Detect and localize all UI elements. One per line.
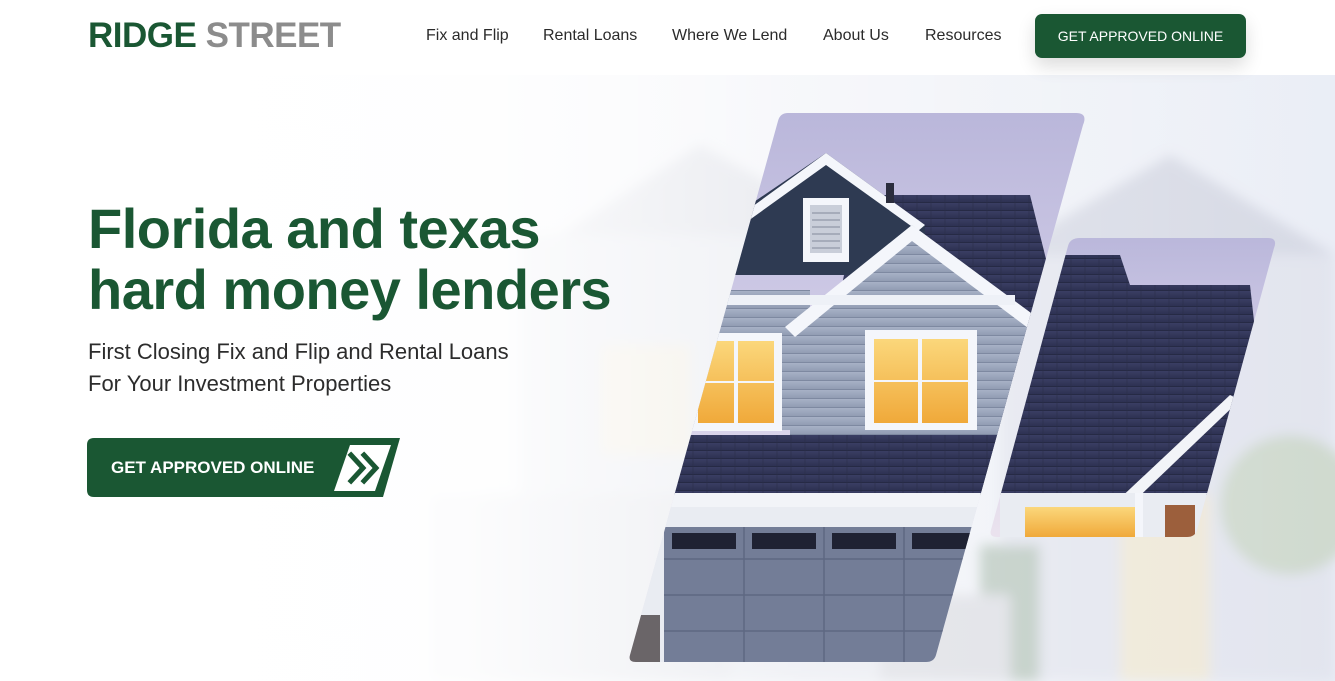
hero-section: Florida and texas hard money lenders Fir… <box>0 75 1335 681</box>
nav-item-where-we-lend[interactable]: Where We Lend <box>672 26 787 46</box>
site-header: RIDGE STREET Fix and Flip Rental Loans W… <box>0 0 1335 75</box>
hero-cta-label: GET APPROVED ONLINE <box>111 458 315 477</box>
hero-headline-line2: hard money lenders <box>88 258 612 321</box>
hero-subheadline: First Closing Fix and Flip and Rental Lo… <box>88 336 608 400</box>
brand-logo[interactable]: RIDGE STREET <box>88 17 341 55</box>
hero-headline: Florida and texas hard money lenders <box>88 198 688 320</box>
header-get-approved-button[interactable]: GET APPROVED ONLINE <box>1035 14 1246 58</box>
nav-item-rental-loans[interactable]: Rental Loans <box>543 26 637 46</box>
nav-item-about-us[interactable]: About Us <box>823 26 889 46</box>
hero-subline-line1: First Closing Fix and Flip and Rental Lo… <box>88 339 509 364</box>
hero-get-approved-button[interactable]: GET APPROVED ONLINE <box>87 438 400 497</box>
hero-headline-line1: Florida and texas <box>88 197 541 260</box>
nav-item-resources[interactable]: Resources <box>925 26 1001 46</box>
brand-name-primary: RIDGE <box>88 16 197 55</box>
nav-item-fix-and-flip[interactable]: Fix and Flip <box>426 26 509 46</box>
brand-name-secondary: STREET <box>205 16 342 55</box>
hero-subline-line2: For Your Investment Properties <box>88 371 392 396</box>
